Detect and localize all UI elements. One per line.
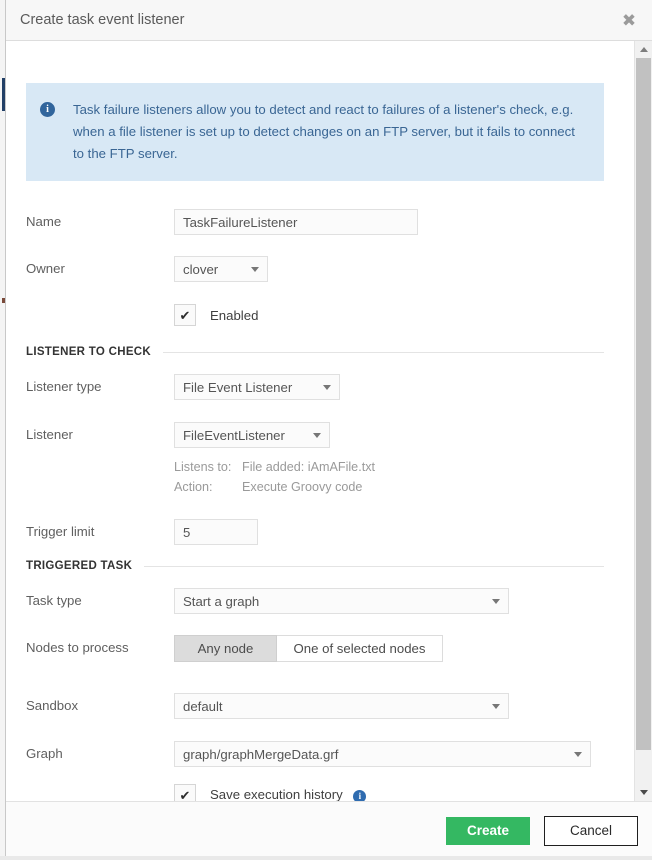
scroll-up-arrow-icon[interactable] bbox=[635, 41, 652, 58]
chevron-down-icon bbox=[323, 385, 331, 390]
field-row-owner: Owner clover bbox=[26, 256, 604, 282]
field-row-task-type: Task type Start a graph bbox=[26, 588, 604, 614]
nodes-to-process-label: Nodes to process bbox=[26, 635, 174, 655]
sandbox-label: Sandbox bbox=[26, 693, 174, 713]
info-circle-icon[interactable]: i bbox=[353, 790, 366, 802]
trigger-limit-input[interactable] bbox=[174, 519, 258, 545]
graph-value: graph/graphMergeData.grf bbox=[183, 747, 338, 762]
dialog-title: Create task event listener bbox=[20, 12, 618, 28]
info-banner-text: Task failure listeners allow you to dete… bbox=[73, 99, 586, 165]
create-button[interactable]: Create bbox=[446, 817, 530, 845]
cancel-button[interactable]: Cancel bbox=[544, 816, 638, 846]
listener-type-select[interactable]: File Event Listener bbox=[174, 374, 340, 400]
dialog-body-wrapper: i Task failure listeners allow you to de… bbox=[6, 41, 652, 801]
graph-select[interactable]: graph/graphMergeData.grf bbox=[174, 741, 591, 767]
name-input[interactable] bbox=[174, 209, 418, 235]
field-row-nodes-to-process: Nodes to process Any node One of selecte… bbox=[26, 635, 604, 662]
listener-label: Listener bbox=[26, 422, 174, 442]
field-row-listener: Listener FileEventListener Listens to: F… bbox=[26, 422, 604, 497]
field-row-save-history: ✔ Save execution history i bbox=[26, 784, 604, 801]
action-value: Execute Groovy code bbox=[242, 477, 362, 497]
toggle-any-node[interactable]: Any node bbox=[174, 635, 277, 662]
task-type-value: Start a graph bbox=[183, 594, 259, 609]
section-triggered-task-label: TRIGGERED TASK bbox=[26, 560, 132, 572]
sandbox-value: default bbox=[183, 699, 223, 714]
chevron-down-icon bbox=[492, 704, 500, 709]
listener-type-value: File Event Listener bbox=[183, 380, 292, 395]
listens-to-row: Listens to: File added: iAmAFile.txt bbox=[174, 457, 604, 477]
action-key: Action: bbox=[174, 477, 242, 497]
chevron-down-icon bbox=[313, 433, 321, 438]
enabled-label: Enabled bbox=[210, 308, 258, 323]
window-bottom-edge bbox=[0, 856, 652, 860]
save-history-text: Save execution history bbox=[210, 787, 343, 801]
section-divider bbox=[144, 566, 604, 567]
scroll-down-arrow-icon[interactable] bbox=[635, 784, 652, 801]
action-row: Action: Execute Groovy code bbox=[174, 477, 604, 497]
name-label: Name bbox=[26, 209, 174, 229]
field-row-enabled: ✔ Enabled bbox=[26, 304, 604, 328]
trigger-limit-label: Trigger limit bbox=[26, 519, 174, 539]
owner-select-value: clover bbox=[183, 262, 218, 277]
dialog-footer: Create Cancel bbox=[6, 801, 652, 859]
section-triggered-task: TRIGGERED TASK bbox=[26, 560, 604, 572]
create-task-event-listener-dialog: Create task event listener ✖ i Task fail… bbox=[5, 0, 652, 860]
close-icon[interactable]: ✖ bbox=[618, 9, 640, 31]
section-listener-to-check-label: LISTENER TO CHECK bbox=[26, 346, 151, 358]
save-history-checkbox[interactable]: ✔ bbox=[174, 784, 196, 801]
listener-value: FileEventListener bbox=[183, 428, 285, 443]
field-row-name: Name bbox=[26, 209, 604, 235]
save-history-spacer bbox=[26, 784, 174, 789]
task-type-select[interactable]: Start a graph bbox=[174, 588, 509, 614]
listens-to-value: File added: iAmAFile.txt bbox=[242, 457, 375, 477]
chevron-down-icon bbox=[574, 752, 582, 757]
field-row-listener-type: Listener type File Event Listener bbox=[26, 374, 604, 400]
enabled-checkbox[interactable]: ✔ bbox=[174, 304, 196, 326]
scrollbar-thumb[interactable] bbox=[636, 58, 651, 750]
field-row-graph: Graph graph/graphMergeData.grf bbox=[26, 741, 604, 767]
section-listener-to-check: LISTENER TO CHECK bbox=[26, 346, 604, 358]
owner-select[interactable]: clover bbox=[174, 256, 268, 282]
checkmark-icon: ✔ bbox=[180, 789, 191, 802]
info-banner: i Task failure listeners allow you to de… bbox=[26, 83, 604, 181]
info-circle-icon: i bbox=[40, 102, 55, 117]
toggle-one-of-selected-nodes[interactable]: One of selected nodes bbox=[277, 635, 443, 662]
task-type-label: Task type bbox=[26, 588, 174, 608]
dialog-body: i Task failure listeners allow you to de… bbox=[6, 41, 634, 801]
listener-form: Name Owner clover bbox=[6, 209, 634, 801]
field-row-trigger-limit: Trigger limit bbox=[26, 519, 604, 545]
graph-label: Graph bbox=[26, 741, 174, 761]
nodes-to-process-toggle: Any node One of selected nodes bbox=[174, 635, 604, 662]
enabled-spacer bbox=[26, 304, 174, 309]
checkmark-icon: ✔ bbox=[180, 309, 191, 322]
chevron-down-icon bbox=[492, 599, 500, 604]
listener-select[interactable]: FileEventListener bbox=[174, 422, 330, 448]
owner-label: Owner bbox=[26, 256, 174, 276]
field-row-sandbox: Sandbox default bbox=[26, 693, 604, 719]
chevron-down-icon bbox=[251, 267, 259, 272]
dialog-header: Create task event listener ✖ bbox=[6, 0, 652, 41]
save-history-label: Save execution history i bbox=[210, 787, 366, 801]
vertical-scrollbar[interactable] bbox=[634, 41, 652, 801]
section-divider bbox=[163, 352, 604, 353]
scrollbar-track[interactable] bbox=[635, 58, 652, 784]
listener-type-label: Listener type bbox=[26, 374, 174, 394]
listens-to-key: Listens to: bbox=[174, 457, 242, 477]
sandbox-select[interactable]: default bbox=[174, 693, 509, 719]
